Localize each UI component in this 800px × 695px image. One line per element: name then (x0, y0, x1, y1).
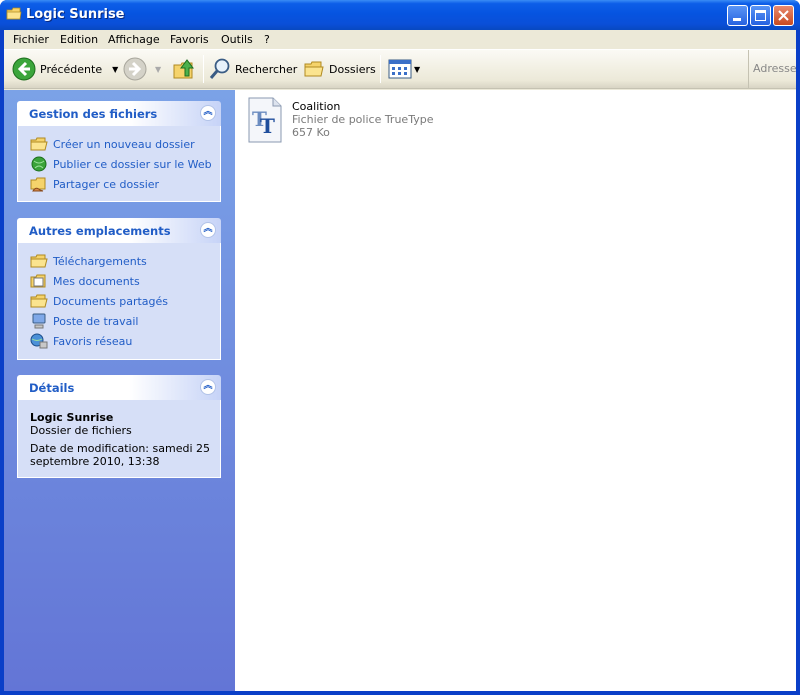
file-tasks-panel: Gestion des fichiers ︽ Créer un nouveau … (17, 101, 221, 202)
place-my-documents[interactable]: Mes documents (30, 271, 220, 291)
place-label: Favoris réseau (53, 334, 133, 348)
folders-icon (304, 61, 324, 77)
place-my-computer[interactable]: Poste de travail (30, 311, 220, 331)
window-client: Fichier Edition Affichage Favoris Outils… (4, 30, 797, 691)
back-label: Précédente (40, 62, 103, 76)
forward-dropdown-icon: ▼ (155, 64, 162, 74)
toolbar-separator (203, 55, 204, 83)
task-pane: Gestion des fichiers ︽ Créer un nouveau … (4, 90, 235, 691)
panel-header[interactable]: Gestion des fichiers ︽ (17, 101, 221, 126)
close-icon (778, 10, 789, 21)
menu-bar: Fichier Edition Affichage Favoris Outils… (4, 30, 796, 50)
place-downloads[interactable]: Téléchargements (30, 251, 220, 271)
back-button[interactable]: Précédente ▼ (12, 50, 118, 88)
place-label: Téléchargements (53, 254, 147, 268)
folder-icon (6, 7, 22, 20)
minimize-icon (733, 18, 741, 21)
details-panel: Détails ︽ Logic Sunrise Dossier de fichi… (17, 375, 221, 478)
truetype-font-icon: T T (248, 97, 282, 143)
file-list[interactable]: T T Coalition Fichier de police TrueType… (235, 90, 796, 691)
views-button[interactable]: ▼ (388, 50, 420, 88)
task-label: Partager ce dossier (53, 177, 160, 191)
network-icon (30, 333, 48, 349)
folder-icon (30, 254, 48, 268)
svg-text:T: T (260, 114, 275, 138)
maximize-icon (755, 10, 766, 21)
panel-title: Gestion des fichiers (29, 107, 158, 121)
title-bar[interactable]: Logic Sunrise (0, 0, 800, 30)
menu-affichage[interactable]: Affichage (108, 33, 160, 46)
panel-header[interactable]: Détails ︽ (17, 375, 221, 400)
task-share-folder[interactable]: Partager ce dossier (30, 174, 220, 194)
menu-fichier[interactable]: Fichier (13, 33, 49, 46)
minimize-button[interactable] (727, 5, 748, 26)
folder-icon (30, 294, 48, 308)
new-folder-icon (30, 137, 48, 151)
back-arrow-icon (12, 57, 36, 81)
file-size: 657 Ko (292, 126, 330, 139)
documents-folder-icon (30, 274, 46, 288)
views-icon (388, 59, 412, 79)
collapse-icon[interactable]: ︽ (200, 379, 216, 395)
forward-button[interactable]: ▼ (123, 50, 161, 88)
forward-arrow-icon (123, 57, 147, 81)
up-folder-icon (173, 59, 194, 79)
collapse-icon[interactable]: ︽ (200, 105, 216, 121)
folders-label: Dossiers (329, 62, 376, 76)
back-dropdown-icon[interactable]: ▼ (112, 65, 118, 74)
up-folder-button[interactable] (172, 50, 196, 88)
computer-icon (32, 313, 46, 329)
task-new-folder[interactable]: Créer un nouveau dossier (30, 134, 220, 154)
task-label: Créer un nouveau dossier (53, 137, 195, 151)
panel-header[interactable]: Autres emplacements ︽ (17, 218, 221, 243)
file-item[interactable]: T T Coalition Fichier de police TrueType… (245, 94, 445, 146)
place-label: Documents partagés (53, 294, 168, 308)
address-label: Adresse (748, 50, 797, 88)
search-label: Rechercher (235, 62, 298, 76)
task-label: Publier ce dossier sur le Web (53, 157, 212, 171)
other-places-panel: Autres emplacements ︽ Téléchargements Me… (17, 218, 221, 360)
panel-title: Détails (29, 381, 75, 395)
explorer-window: Logic Sunrise Fichier Edition Affichage … (0, 0, 800, 695)
panel-title: Autres emplacements (29, 224, 171, 238)
maximize-button[interactable] (750, 5, 771, 26)
details-modified: Date de modification: samedi 25 (30, 442, 210, 455)
file-name: Coalition (292, 100, 341, 113)
toolbar-separator (380, 55, 381, 83)
globe-icon (31, 156, 47, 172)
place-label: Poste de travail (53, 314, 139, 328)
details-name: Logic Sunrise (30, 411, 114, 424)
menu-help[interactable]: ? (264, 33, 270, 46)
collapse-icon[interactable]: ︽ (200, 222, 216, 238)
task-publish-web[interactable]: Publier ce dossier sur le Web (30, 154, 220, 174)
menu-favoris[interactable]: Favoris (170, 33, 209, 46)
place-label: Mes documents (53, 274, 140, 288)
views-dropdown-icon: ▼ (414, 64, 421, 74)
toolbar: Précédente ▼ ▼ Rechercher Dossiers ▼ Adr… (4, 50, 797, 89)
menu-outils[interactable]: Outils (221, 33, 253, 46)
place-network[interactable]: Favoris réseau (30, 331, 220, 351)
share-folder-icon (30, 177, 46, 192)
details-modified-cont: septembre 2010, 13:38 (30, 455, 160, 468)
window-title: Logic Sunrise (26, 7, 125, 22)
place-shared-documents[interactable]: Documents partagés (30, 291, 220, 311)
details-type: Dossier de fichiers (30, 424, 132, 437)
search-button[interactable]: Rechercher (208, 50, 297, 88)
search-icon (209, 58, 230, 79)
file-type: Fichier de police TrueType (292, 113, 434, 126)
folders-button[interactable]: Dossiers (303, 50, 376, 88)
menu-edition[interactable]: Edition (60, 33, 98, 46)
close-button[interactable] (773, 5, 794, 26)
